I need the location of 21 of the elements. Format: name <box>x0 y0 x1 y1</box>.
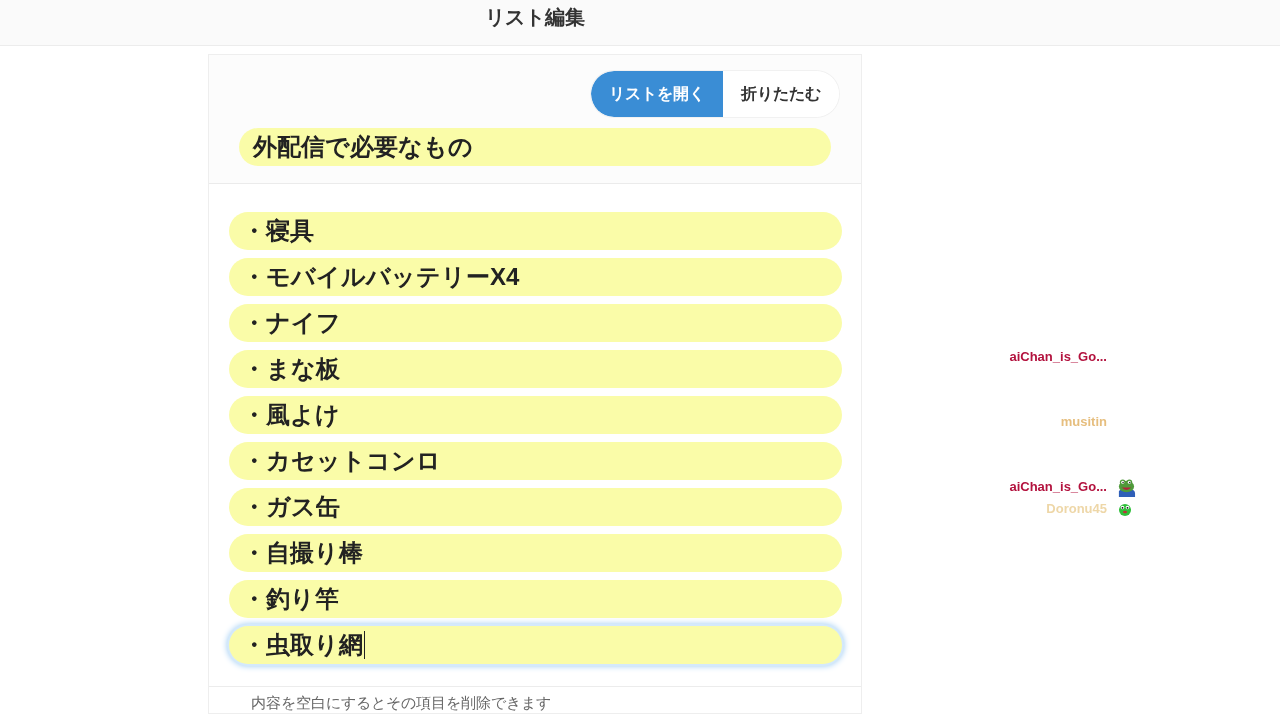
chat-username: aiChan_is_Go... <box>1009 348 1107 366</box>
list-item-field[interactable]: ・モバイルバッテリーX4 <box>229 258 842 296</box>
chat-username: Doronu45 <box>1046 500 1107 518</box>
chat-username: musitin <box>1060 413 1107 431</box>
frog-emote-icon <box>1117 477 1136 497</box>
page-title: リスト編集 <box>485 6 585 28</box>
list-item-field[interactable]: ・虫取り網 <box>229 626 842 664</box>
list-item-field[interactable]: ・風よけ <box>229 396 842 434</box>
list-item-field[interactable]: ・カセットコンロ <box>229 442 842 480</box>
list-item-field[interactable]: ・ナイフ <box>229 304 842 342</box>
text-cursor-icon <box>364 631 365 659</box>
toggle-button[interactable]: リストを開く <box>591 71 723 117</box>
list-item-field[interactable]: ・自撮り棒 <box>229 534 842 572</box>
list-item-field[interactable]: ・まな板 <box>229 350 842 388</box>
blob-emote-icon <box>1119 502 1131 516</box>
list-item-field[interactable]: ・釣り竿 <box>229 580 842 618</box>
list-item-field[interactable]: ・ガス缶 <box>229 488 842 526</box>
list-title-field[interactable]: 外配信で必要なもの <box>239 128 831 166</box>
hint-text: 内容を空白にするとその項目を削除できます <box>251 694 551 711</box>
chat-username: aiChan_is_Go... <box>1009 478 1107 496</box>
list-item-field[interactable]: ・寝具 <box>229 212 842 250</box>
